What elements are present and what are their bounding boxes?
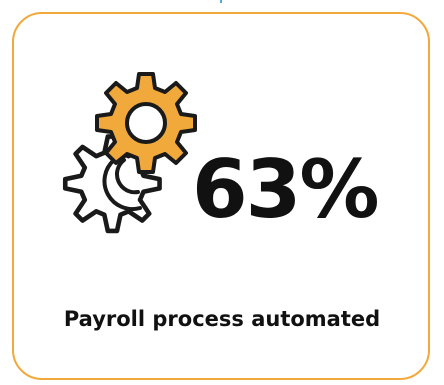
- stat-value: 63%: [192, 143, 379, 236]
- stat-caption: Payroll process automated: [63, 307, 381, 331]
- orange-gear-icon: [95, 72, 197, 174]
- top-edge-mark: |: [218, 0, 228, 3]
- page: | 63% Payroll process automated: [0, 0, 444, 385]
